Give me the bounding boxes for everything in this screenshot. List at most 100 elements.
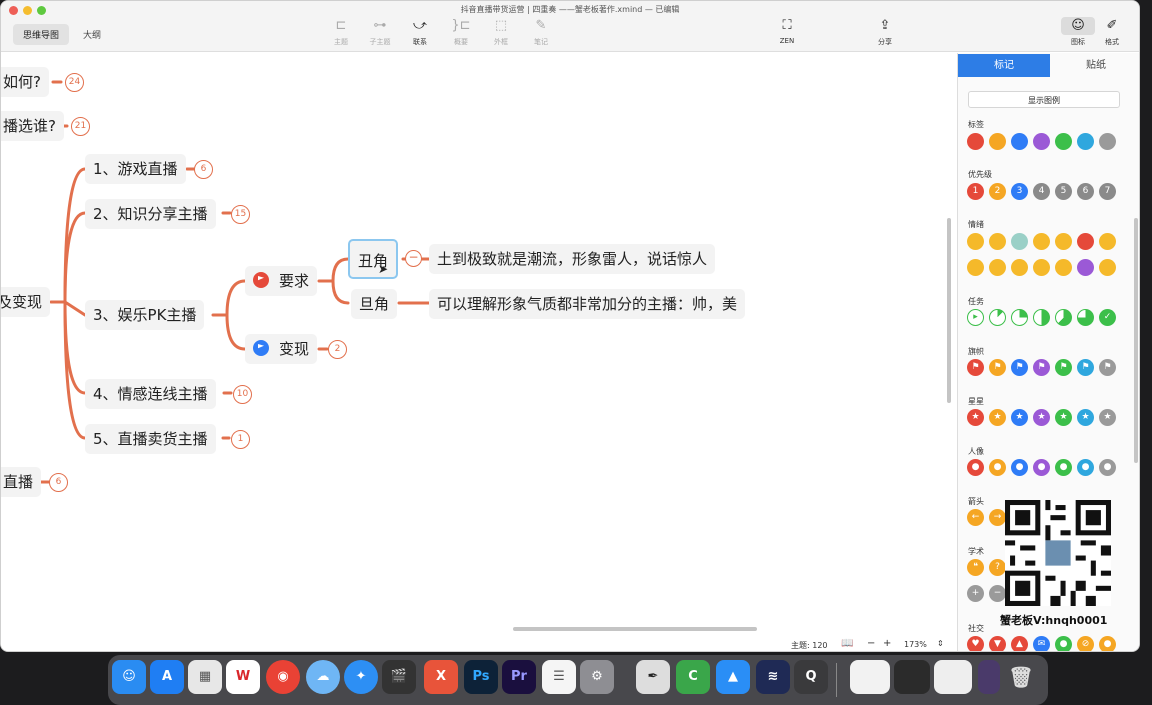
star-orange-icon[interactable]: ★	[989, 409, 1006, 426]
cloud-icon[interactable]: ☁	[306, 660, 340, 694]
forbidden-icon[interactable]: ⊘	[1077, 636, 1094, 651]
recent-document-thumbnail-3[interactable]	[934, 660, 972, 694]
topic-bianxian[interactable]: 变现	[245, 334, 318, 364]
sick-emoji-icon[interactable]	[1011, 233, 1028, 250]
star-red-icon[interactable]: ★	[967, 409, 984, 426]
tag-purple-icon[interactable]	[1033, 133, 1050, 150]
star-gray-icon[interactable]: ★	[1099, 409, 1116, 426]
priority-2-icon[interactable]: 2	[989, 183, 1006, 200]
star-cyan-icon[interactable]: ★	[1077, 409, 1094, 426]
thumbs-down-icon[interactable]: ▼	[989, 636, 1006, 651]
recent-document-thumbnail-2[interactable]	[894, 660, 930, 694]
tab-marker[interactable]: 标记	[958, 54, 1050, 77]
zoom-level[interactable]: 173%	[904, 640, 927, 649]
note-button[interactable]: ✎ 笔记	[523, 17, 559, 47]
format-panel-button[interactable]: ✐ 格式	[1095, 17, 1129, 47]
zoom-stepper-icon[interactable]: ⇕	[937, 639, 944, 648]
quicktime-icon[interactable]: Q	[794, 660, 828, 694]
pr-icon[interactable]: Pr	[502, 660, 536, 694]
ps-icon[interactable]: Ps	[464, 660, 498, 694]
laugh-emoji-icon[interactable]	[967, 233, 984, 250]
topic-knowledge-host[interactable]: 2、知识分享主播	[85, 199, 216, 229]
book-icon[interactable]: 📖	[841, 638, 853, 649]
topic-button[interactable]: ⊏ 主题	[323, 17, 359, 47]
tag-orange-icon[interactable]	[989, 133, 1006, 150]
task-1-8-icon[interactable]	[989, 309, 1006, 326]
person-orange-icon[interactable]: ●	[989, 459, 1006, 476]
topic-dan-desc[interactable]: 可以理解形象气质都非常加分的主播：帅，美	[429, 289, 746, 319]
tag-blue-icon[interactable]	[1011, 133, 1028, 150]
person-blue-icon[interactable]: ●	[1011, 459, 1028, 476]
flag-cyan-icon[interactable]: ⚑	[1077, 359, 1094, 376]
priority-6-icon[interactable]: 6	[1077, 183, 1094, 200]
chrome-icon[interactable]: ◉	[266, 660, 300, 694]
task-quarter-icon[interactable]	[1011, 309, 1028, 326]
angry-emoji-icon[interactable]	[1077, 233, 1094, 250]
unamused-emoji-icon[interactable]	[1055, 233, 1072, 250]
topic-how-count[interactable]: 24	[65, 73, 84, 92]
wave-icon[interactable]: ≋	[756, 660, 790, 694]
tag-cyan-icon[interactable]	[1077, 133, 1094, 150]
panel-scrollbar[interactable]	[1134, 218, 1138, 463]
topic-game-live-count[interactable]: 6	[194, 160, 213, 179]
tab-sticker[interactable]: 贴纸	[1050, 54, 1139, 77]
star-green-icon[interactable]: ★	[1055, 409, 1072, 426]
plus-icon[interactable]: +	[967, 585, 984, 602]
topic-require[interactable]: 要求	[245, 266, 318, 296]
tired-emoji-icon[interactable]	[1099, 259, 1116, 276]
topic-knowledge-host-count[interactable]: 15	[231, 205, 250, 224]
tag-green-icon[interactable]	[1055, 133, 1072, 150]
show-legend-button[interactable]: 显示图例	[968, 91, 1120, 108]
boundary-button[interactable]: ⬚ 外框	[483, 17, 519, 47]
list-icon[interactable]: ☰	[542, 660, 576, 694]
safari-icon[interactable]: ✦	[344, 660, 378, 694]
finder-icon[interactable]: ☺	[112, 660, 146, 694]
person-purple-icon[interactable]: ●	[1033, 459, 1050, 476]
task-5-8-icon[interactable]	[1055, 309, 1072, 326]
finalcut-icon[interactable]: 🎬	[382, 660, 416, 694]
camtasia-icon[interactable]: C	[676, 660, 710, 694]
confused-emoji-icon[interactable]	[1011, 259, 1028, 276]
priority-1-icon[interactable]: 1	[967, 183, 984, 200]
zoom-out-button[interactable]: −	[867, 638, 875, 649]
icon-panel-button[interactable]: ☺ 图标	[1061, 17, 1095, 47]
topic-who-count[interactable]: 21	[71, 117, 90, 136]
tab-mindmap[interactable]: 思维导图	[13, 24, 70, 45]
question-icon[interactable]: ?	[989, 559, 1006, 576]
task-3-4-icon[interactable]	[1077, 309, 1094, 326]
tongue-emoji-icon[interactable]	[989, 259, 1006, 276]
flag-green-icon[interactable]: ⚑	[1055, 359, 1072, 376]
arrow-left-icon[interactable]: ←	[967, 509, 984, 526]
thumbs-up-icon[interactable]: ▲	[1011, 636, 1028, 651]
topic-how[interactable]: 如何?	[1, 67, 49, 97]
heart-eyes-emoji-icon[interactable]	[1055, 259, 1072, 276]
summary-button[interactable]: }⊏ 概要	[443, 17, 479, 47]
person-red-icon[interactable]: ●	[967, 459, 984, 476]
priority-7-icon[interactable]: 7	[1099, 183, 1116, 200]
person-green-icon[interactable]: ●	[1055, 459, 1072, 476]
task-start-icon[interactable]: ▸	[967, 309, 984, 326]
topic-emotion-host-count[interactable]: 10	[233, 385, 252, 404]
recent-document-thumbnail-1[interactable]	[850, 660, 890, 694]
neutral-emoji-icon[interactable]	[1099, 233, 1116, 250]
vertical-scrollbar[interactable]	[947, 218, 951, 403]
trash-icon[interactable]: 🗑	[1006, 660, 1036, 694]
flag-purple-icon[interactable]: ⚑	[1033, 359, 1050, 376]
chat-icon[interactable]: ✉	[1033, 636, 1050, 651]
priority-3-icon[interactable]: 3	[1011, 183, 1028, 200]
thinking-emoji-icon[interactable]	[967, 259, 984, 276]
keynote-icon[interactable]: ▲	[716, 660, 750, 694]
xmind-icon[interactable]: X	[424, 660, 458, 694]
minus-icon[interactable]: −	[989, 585, 1006, 602]
task-done-icon[interactable]: ✓	[1099, 309, 1116, 326]
flag-blue-icon[interactable]: ⚑	[1011, 359, 1028, 376]
pen-icon[interactable]: ✒	[636, 660, 670, 694]
star-blue-icon[interactable]: ★	[1011, 409, 1028, 426]
topic-dan[interactable]: 旦角	[351, 289, 398, 319]
topic-game-live[interactable]: 1、游戏直播	[85, 154, 186, 184]
quote-icon[interactable]: ❝	[967, 559, 984, 576]
wps-icon[interactable]: W	[226, 660, 260, 694]
share-button[interactable]: ⇪ 分享	[867, 17, 903, 47]
surprised-emoji-icon[interactable]	[1033, 233, 1050, 250]
relationship-button[interactable]: ⤻ 联系	[402, 17, 438, 47]
